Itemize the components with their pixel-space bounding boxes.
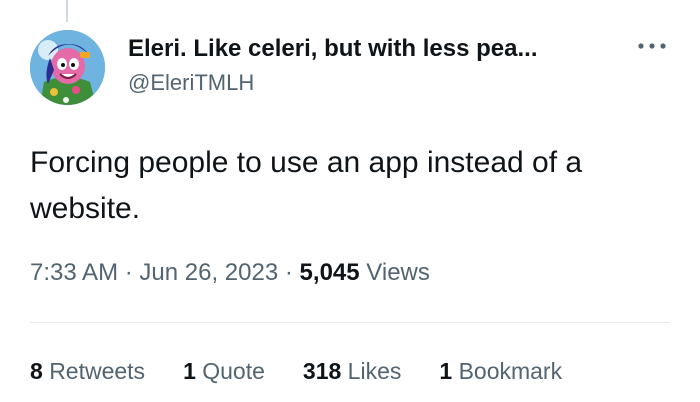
- views-label: Views: [366, 259, 430, 286]
- quotes-count: 1: [183, 358, 196, 384]
- retweets-count: 8: [30, 358, 43, 384]
- divider: [30, 322, 670, 323]
- likes-stat[interactable]: 318 Likes: [303, 354, 401, 388]
- likes-count: 318: [302, 358, 342, 384]
- engagement-stats: 8 Retweets 1 Quote 318 Likes 1 Bookmark: [30, 354, 600, 388]
- tweet-date[interactable]: Jun 26, 2023: [139, 259, 278, 286]
- likes-label: Likes: [347, 358, 402, 384]
- meta-separator: ·: [124, 259, 133, 286]
- tweet-text: Forcing people to use an app instead of …: [30, 146, 583, 225]
- quotes-label: Quote: [202, 358, 265, 384]
- bookmarks-count: 1: [439, 358, 453, 384]
- views-count: 5,045: [299, 259, 360, 286]
- more-options-button[interactable]: [632, 34, 672, 58]
- more-horizontal-icon: [638, 43, 666, 49]
- bookmarks-label: Bookmark: [458, 358, 563, 384]
- quotes-stat[interactable]: 1 Quote: [183, 354, 265, 388]
- meta-separator: ·: [284, 259, 293, 286]
- retweets-stat[interactable]: 8 Retweets: [30, 354, 145, 388]
- avatar[interactable]: [30, 30, 105, 105]
- thread-connector-line: [66, 0, 68, 22]
- avatar-image: [30, 30, 105, 105]
- author-display-name[interactable]: Eleri. Like celeri, but with less pea...: [128, 33, 538, 65]
- retweets-label: Retweets: [49, 358, 146, 384]
- tweet-meta: 7:33 AM · Jun 26, 2023 · 5,045 Views: [30, 256, 430, 290]
- bookmarks-stat[interactable]: 1 Bookmark: [439, 354, 562, 388]
- author-info: Eleri. Like celeri, but with less pea...…: [128, 33, 538, 98]
- author-handle[interactable]: @EleriTMLH: [128, 68, 538, 98]
- tweet-time[interactable]: 7:33 AM: [30, 259, 118, 286]
